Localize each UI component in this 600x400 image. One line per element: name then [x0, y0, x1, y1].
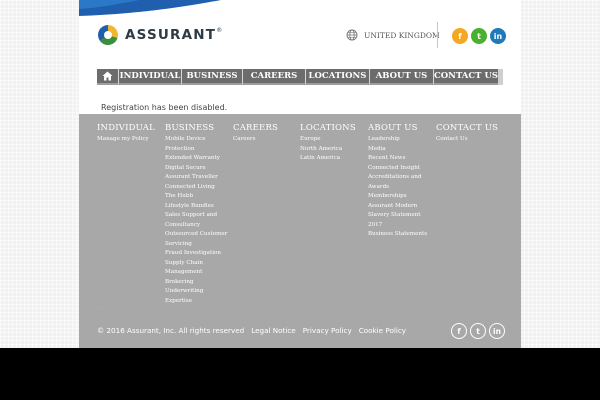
bottom-black-bar — [0, 348, 600, 400]
footer-link[interactable]: Careers — [233, 135, 299, 145]
footer-link[interactable]: Memberships — [368, 192, 434, 202]
footer-link[interactable]: Leadership — [368, 135, 434, 145]
footer-link[interactable]: Europe — [300, 135, 366, 145]
nav-about-us[interactable]: ABOUT US — [370, 69, 434, 85]
registration-notice: Registration has been disabled. — [101, 103, 228, 112]
footer-heading[interactable]: BUSINESS — [165, 123, 231, 133]
header-swoosh — [79, 0, 221, 16]
footer-legal-bar: © 2016 Assurant, Inc. All rights reserve… — [97, 326, 406, 335]
page-container: ASSURANT® UNITED KINGDOM f t in INDIVIDU… — [79, 0, 521, 348]
footer-link[interactable]: Mobile Device Protection — [165, 135, 231, 154]
site-footer: INDIVIDUAL Manage my Policy BUSINESS Mob… — [79, 114, 521, 348]
footer-link[interactable]: Media — [368, 145, 434, 155]
nav-contact-us[interactable]: CONTACT US — [434, 69, 498, 85]
linkedin-icon[interactable]: in — [490, 28, 506, 44]
footer-column-individual: INDIVIDUAL Manage my Policy — [97, 123, 163, 145]
footer-link[interactable]: Lifestyle Bundles — [165, 202, 231, 212]
assurant-logo[interactable]: ASSURANT® — [97, 24, 222, 46]
footer-link[interactable]: Connected Insight — [368, 164, 434, 174]
footer-heading[interactable]: LOCATIONS — [300, 123, 366, 133]
footer-heading[interactable]: CAREERS — [233, 123, 299, 133]
footer-link[interactable]: Sales Support and Consultancy — [165, 211, 231, 230]
copyright-text: © 2016 Assurant, Inc. All rights reserve… — [97, 326, 245, 335]
legal-notice-link[interactable]: Legal Notice — [251, 326, 296, 335]
footer-link[interactable]: Digital Secure — [165, 164, 231, 174]
footer-link[interactable]: Underwriting Expertise — [165, 287, 231, 306]
logo-wordmark: ASSURANT® — [125, 27, 223, 43]
privacy-policy-link[interactable]: Privacy Policy — [303, 326, 352, 335]
footer-link[interactable]: Latin America — [300, 154, 366, 164]
footer-link[interactable]: Assurant Modern Slavery Statement 2017 — [368, 202, 434, 231]
footer-column-contact-us: CONTACT US Contact Us — [436, 123, 502, 145]
footer-heading[interactable]: ABOUT US — [368, 123, 434, 133]
header-social-links: f t in — [452, 28, 506, 44]
cookie-policy-link[interactable]: Cookie Policy — [359, 326, 406, 335]
footer-column-about-us: ABOUT US Leadership Media Recent News Co… — [368, 123, 434, 240]
footer-heading[interactable]: CONTACT US — [436, 123, 502, 133]
footer-heading[interactable]: INDIVIDUAL — [97, 123, 163, 133]
header-divider — [437, 22, 438, 48]
nav-individual[interactable]: INDIVIDUAL — [119, 69, 182, 85]
home-icon — [102, 71, 113, 81]
footer-column-business: BUSINESS Mobile Device Protection Extend… — [165, 123, 231, 306]
footer-link[interactable]: Recent News — [368, 154, 434, 164]
footer-link[interactable]: Manage my Policy — [97, 135, 163, 145]
footer-link[interactable]: Contact Us — [436, 135, 502, 145]
footer-link[interactable]: Assurant Traveller — [165, 173, 231, 183]
nav-locations[interactable]: LOCATIONS — [306, 69, 370, 85]
main-nav: INDIVIDUAL BUSINESS CAREERS LOCATIONS AB… — [97, 69, 503, 85]
linkedin-icon[interactable]: in — [489, 323, 505, 339]
footer-link[interactable]: Supply Chain Management — [165, 259, 231, 278]
logo-mark-icon — [97, 24, 119, 46]
footer-link[interactable]: Accreditations and Awards — [368, 173, 434, 192]
region-selector[interactable]: UNITED KINGDOM — [346, 29, 440, 41]
nav-careers[interactable]: CAREERS — [243, 69, 306, 85]
footer-link[interactable]: Extended Warranty — [165, 154, 231, 164]
region-label: UNITED KINGDOM — [364, 30, 440, 40]
twitter-icon[interactable]: t — [471, 28, 487, 44]
facebook-icon[interactable]: f — [451, 323, 467, 339]
footer-link[interactable]: Fraud Investigation — [165, 249, 231, 259]
nav-home[interactable] — [97, 69, 119, 85]
twitter-icon[interactable]: t — [470, 323, 486, 339]
footer-link[interactable]: The Hubb — [165, 192, 231, 202]
footer-social-links: f t in — [451, 323, 505, 339]
footer-link[interactable]: North America — [300, 145, 366, 155]
footer-link[interactable]: Connected Living — [165, 183, 231, 193]
footer-dots: · · — [97, 306, 102, 312]
nav-business[interactable]: BUSINESS — [182, 69, 243, 85]
footer-link[interactable]: Brokering — [165, 278, 231, 288]
footer-link[interactable]: Outsourced Customer Servicing — [165, 230, 231, 249]
facebook-icon[interactable]: f — [452, 28, 468, 44]
footer-column-careers: CAREERS Careers — [233, 123, 299, 145]
footer-column-locations: LOCATIONS Europe North America Latin Ame… — [300, 123, 366, 164]
footer-link[interactable]: Business Statements — [368, 230, 434, 240]
globe-icon — [346, 29, 358, 41]
